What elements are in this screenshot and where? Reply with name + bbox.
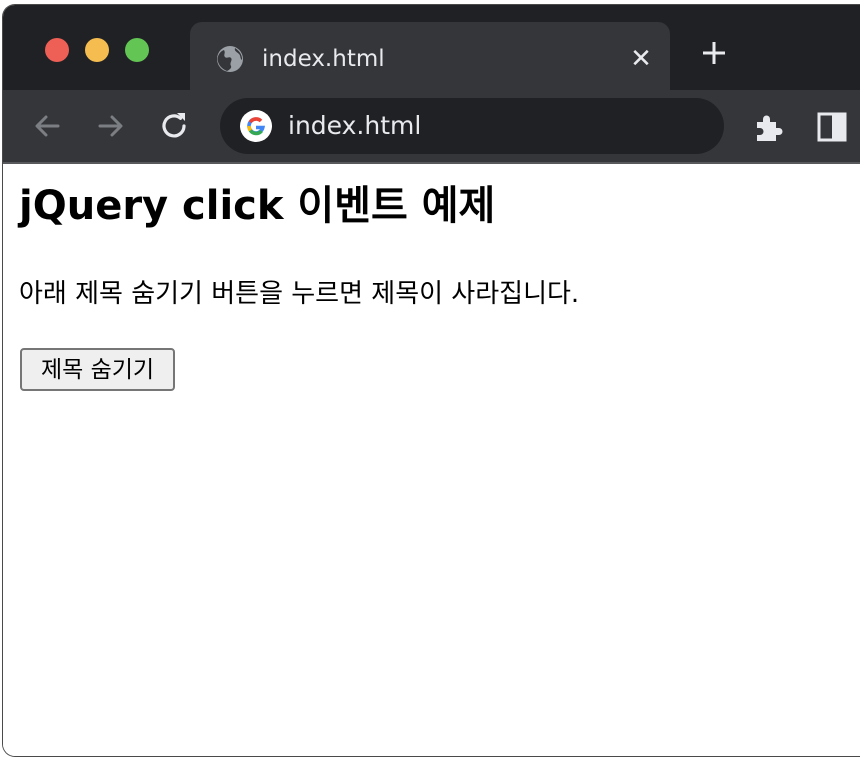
address-text[interactable]: index.html xyxy=(288,111,421,141)
maximize-window-button[interactable] xyxy=(125,38,149,62)
forward-button[interactable] xyxy=(94,109,128,143)
tab-index-html[interactable]: index.html ✕ xyxy=(190,22,670,90)
browser-window: index.html ✕ index.html jQuery click 이벤트… xyxy=(3,5,860,756)
minimize-window-button[interactable] xyxy=(85,38,109,62)
globe-icon xyxy=(217,46,243,72)
page-description: 아래 제목 숨기기 버튼을 누르면 제목이 사라집니다. xyxy=(19,279,580,309)
new-tab-button[interactable] xyxy=(697,36,731,70)
page-title: jQuery click 이벤트 예제 xyxy=(19,183,496,229)
google-logo-icon xyxy=(240,110,272,142)
address-bar[interactable]: index.html xyxy=(220,98,724,154)
puzzle-icon[interactable] xyxy=(751,110,785,144)
close-tab-icon[interactable]: ✕ xyxy=(627,45,655,73)
back-button[interactable] xyxy=(30,109,64,143)
page-content: jQuery click 이벤트 예제 아래 제목 숨기기 버튼을 누르면 제목… xyxy=(3,164,860,756)
close-window-button[interactable] xyxy=(45,38,69,62)
tab-strip: index.html ✕ xyxy=(3,5,860,90)
hide-title-button[interactable]: 제목 숨기기 xyxy=(20,348,175,391)
browser-toolbar: index.html xyxy=(3,90,860,164)
reload-button[interactable] xyxy=(158,109,192,143)
side-panel-icon[interactable] xyxy=(817,112,847,142)
tab-title: index.html xyxy=(262,46,385,72)
